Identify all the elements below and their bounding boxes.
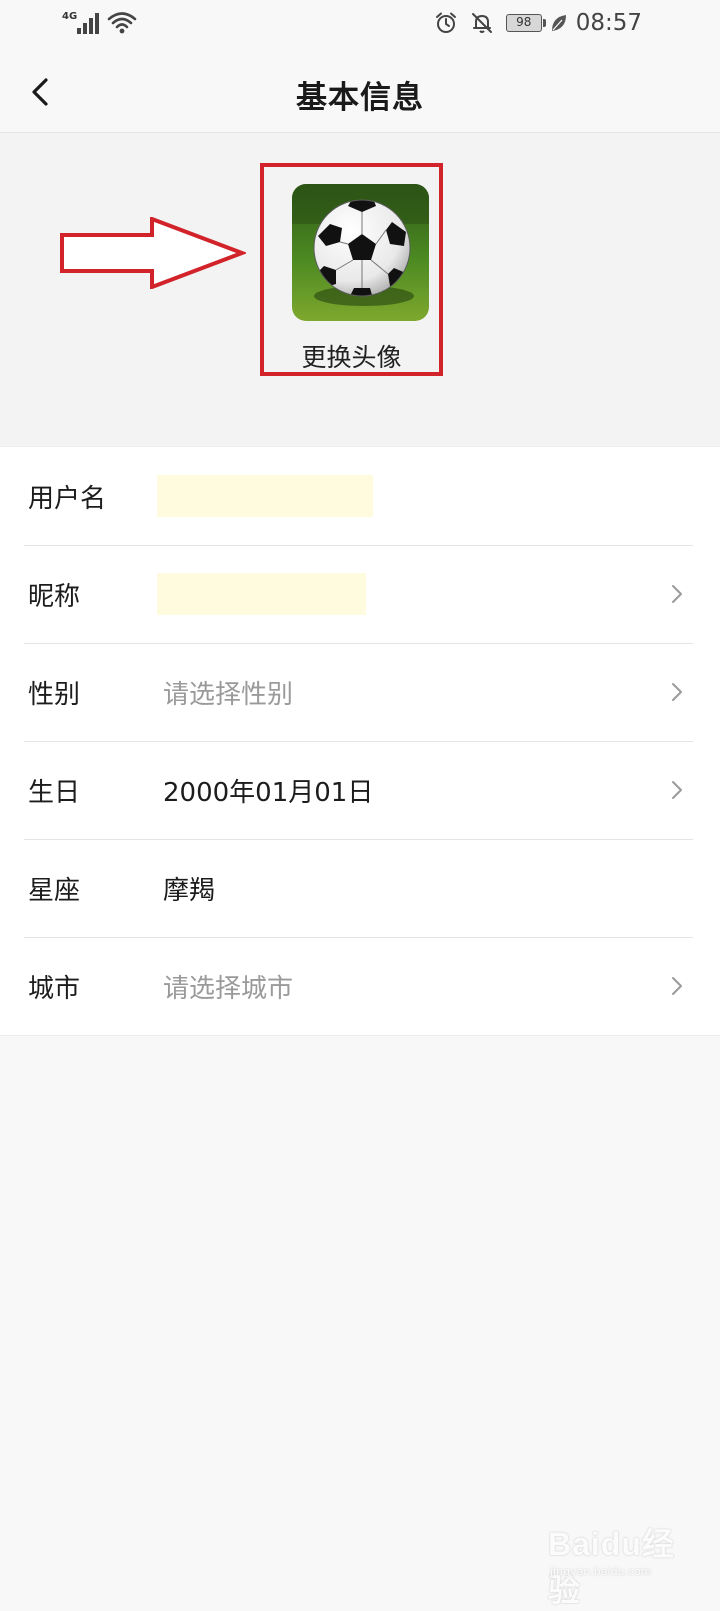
list-item-gender[interactable]: 性别 请选择性别 <box>0 643 720 741</box>
page-title: 基本信息 <box>296 80 424 116</box>
alarm-clock-icon <box>435 12 456 33</box>
battery-indicator: 98 <box>505 14 546 32</box>
status-left: 4G <box>62 10 137 34</box>
annotation-arrow-icon <box>60 217 246 289</box>
avatar[interactable] <box>292 184 429 321</box>
wifi-icon <box>107 12 137 34</box>
leaf-icon <box>551 15 566 31</box>
signal-icon <box>77 10 100 34</box>
nickname-value-redacted <box>157 573 366 615</box>
nickname-label: 昵称 <box>28 581 81 612</box>
city-label: 城市 <box>28 973 81 1004</box>
birthday-label: 生日 <box>28 777 81 808</box>
chevron-right-icon <box>672 781 682 799</box>
status-right: 98 08:57 <box>434 10 642 36</box>
list-item-username: 用户名 <box>0 447 720 545</box>
network-type-label: 4G <box>62 11 78 22</box>
status-clock: 08:57 <box>575 10 642 36</box>
info-list: 用户名 昵称 性别 请选择性别 生日 2000年01月01日 星座 摩羯 城市 … <box>0 446 720 1036</box>
list-item-zodiac: 星座 摩羯 <box>0 839 720 937</box>
list-item-city[interactable]: 城市 请选择城市 <box>0 937 720 1035</box>
zodiac-value: 摩羯 <box>163 875 216 906</box>
gender-label: 性别 <box>28 679 81 710</box>
soccer-ball-image <box>292 184 429 321</box>
username-label: 用户名 <box>28 483 107 514</box>
watermark: Baidu经验 jingyan.baidu.com <box>548 1515 698 1608</box>
chevron-right-icon <box>672 683 682 701</box>
list-item-nickname[interactable]: 昵称 <box>0 545 720 643</box>
username-value-redacted <box>157 475 373 517</box>
top-app-bar: 基本信息 <box>0 54 720 133</box>
change-avatar-button[interactable]: 更换头像 <box>260 338 443 374</box>
chevron-right-icon <box>672 585 682 603</box>
zodiac-label: 星座 <box>28 875 81 906</box>
bell-off-icon <box>471 13 492 33</box>
watermark-url: jingyan.baidu.com <box>550 1565 652 1578</box>
gender-value: 请选择性别 <box>163 679 294 710</box>
city-value: 请选择城市 <box>163 973 294 1004</box>
birthday-value: 2000年01月01日 <box>163 777 374 808</box>
status-bar: 4G 98 08:57 <box>0 0 720 54</box>
list-item-birthday[interactable]: 生日 2000年01月01日 <box>0 741 720 839</box>
chevron-right-icon <box>672 977 682 995</box>
avatar-section: 更换头像 <box>0 133 720 445</box>
